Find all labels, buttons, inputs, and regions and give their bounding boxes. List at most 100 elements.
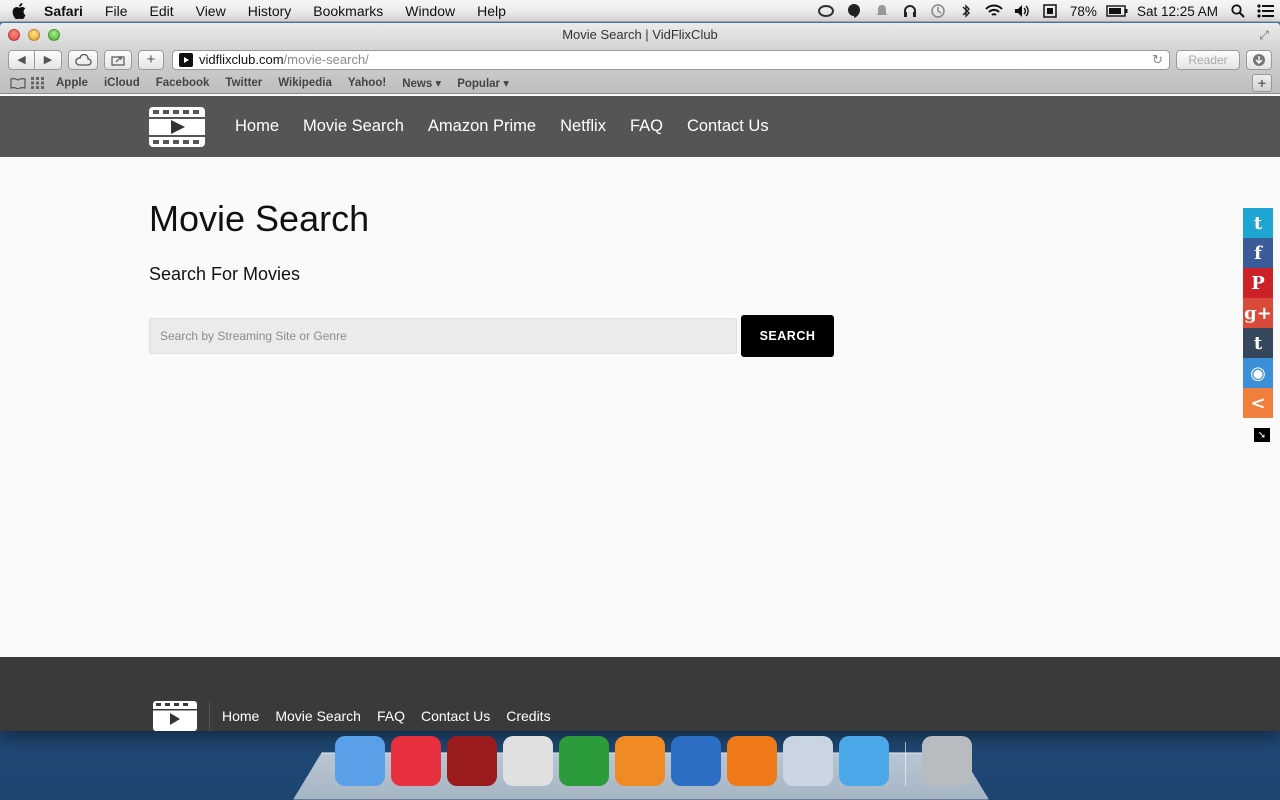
close-window-button[interactable] bbox=[8, 29, 20, 41]
apple-menu-icon[interactable] bbox=[0, 2, 38, 19]
battery-icon[interactable] bbox=[1103, 0, 1131, 22]
footer-logo-icon[interactable] bbox=[153, 701, 197, 731]
photo-booth-icon[interactable] bbox=[447, 736, 497, 786]
menubar-clock[interactable]: Sat 12:25 AM bbox=[1131, 4, 1224, 19]
headphones-icon[interactable] bbox=[896, 0, 924, 22]
menu-file[interactable]: File bbox=[94, 0, 139, 22]
back-button[interactable]: ◀ bbox=[8, 49, 35, 70]
zoom-window-button[interactable] bbox=[48, 29, 60, 41]
url-path: /movie-search/ bbox=[283, 52, 369, 67]
downloads-button[interactable] bbox=[1246, 49, 1272, 70]
reading-list-icon[interactable] bbox=[8, 77, 28, 89]
new-tab-button[interactable]: + bbox=[138, 49, 164, 70]
bookmark-folder-popular[interactable]: Popular ▾ bbox=[449, 76, 517, 90]
window-titlebar[interactable]: Movie Search | VidFlixClub ⤢ bbox=[0, 23, 1280, 47]
address-bar[interactable]: vidflixclub.com/movie-search/ ↻ bbox=[172, 49, 1170, 70]
settings-icon[interactable] bbox=[615, 736, 665, 786]
movie-search-input[interactable] bbox=[149, 318, 737, 354]
url-domain: vidflixclub.com bbox=[199, 52, 284, 67]
share-bar-collapse-icon[interactable]: ➘ bbox=[1254, 428, 1270, 442]
bookmark-facebook[interactable]: Facebook bbox=[148, 77, 218, 89]
nav-home[interactable]: Home bbox=[235, 117, 279, 136]
finder-icon[interactable] bbox=[335, 736, 385, 786]
keyboard-input-icon[interactable] bbox=[1036, 0, 1064, 22]
dock bbox=[335, 736, 972, 786]
facebook-icon[interactable]: f bbox=[1243, 238, 1273, 268]
chrome-icon[interactable] bbox=[503, 736, 553, 786]
tumblr-icon[interactable]: t bbox=[1243, 328, 1273, 358]
amazon-icon[interactable] bbox=[727, 736, 777, 786]
bookmark-twitter[interactable]: Twitter bbox=[217, 77, 270, 89]
menu-view[interactable]: View bbox=[185, 0, 237, 22]
bookmark-wikipedia[interactable]: Wikipedia bbox=[270, 77, 340, 89]
social-share-bar: t f Pg+ t ◉ < bbox=[1243, 208, 1273, 418]
wifi-icon[interactable] bbox=[980, 0, 1008, 22]
site-logo-icon[interactable] bbox=[149, 106, 205, 147]
creative-cloud-icon[interactable] bbox=[812, 0, 840, 22]
footer-home[interactable]: Home bbox=[222, 708, 259, 724]
status-area: 78% Sat 12:25 AM bbox=[812, 0, 1280, 22]
minimize-window-button[interactable] bbox=[28, 29, 40, 41]
back-arrow-icon: ◀ bbox=[17, 54, 26, 66]
nav-amazon-prime[interactable]: Amazon Prime bbox=[428, 117, 536, 136]
menu-help[interactable]: Help bbox=[466, 0, 517, 22]
bookmark-folder-news[interactable]: News ▾ bbox=[394, 76, 449, 90]
window-controls bbox=[8, 29, 60, 41]
cloud-icon bbox=[75, 53, 92, 66]
menu-edit[interactable]: Edit bbox=[138, 0, 184, 22]
battery-percent: 78% bbox=[1069, 3, 1097, 19]
reload-icon[interactable]: ↻ bbox=[1152, 52, 1163, 68]
add-bookmark-button[interactable]: + bbox=[1252, 73, 1272, 92]
trash-icon[interactable] bbox=[922, 736, 972, 786]
time-machine-icon[interactable] bbox=[924, 0, 952, 22]
hangouts-icon[interactable] bbox=[840, 0, 868, 22]
footer-contact-us[interactable]: Contact Us bbox=[421, 708, 490, 724]
word-icon[interactable] bbox=[671, 736, 721, 786]
twitter-icon[interactable]: t bbox=[1243, 208, 1273, 238]
twitter-app-icon[interactable] bbox=[839, 736, 889, 786]
menu-bookmarks[interactable]: Bookmarks bbox=[302, 0, 394, 22]
footer-divider bbox=[209, 701, 210, 731]
share-button[interactable] bbox=[104, 49, 132, 70]
plus-icon: + bbox=[146, 51, 156, 68]
browser-window: Movie Search | VidFlixClub ⤢ ◀ ▶ + vidfl… bbox=[0, 23, 1280, 731]
share-icon[interactable]: < bbox=[1243, 388, 1273, 418]
app-menu-safari[interactable]: Safari bbox=[38, 0, 94, 22]
bookmarks-bar: Apple iCloud Facebook Twitter Wikipedia … bbox=[0, 72, 1280, 94]
nav-netflix[interactable]: Netflix bbox=[560, 117, 606, 136]
icloud-tabs-button[interactable] bbox=[68, 49, 98, 70]
nav-faq[interactable]: FAQ bbox=[630, 117, 663, 136]
nav-contact-us[interactable]: Contact Us bbox=[687, 117, 769, 136]
nav-movie-search[interactable]: Movie Search bbox=[303, 117, 404, 136]
excel-icon[interactable] bbox=[559, 736, 609, 786]
fullscreen-icon[interactable]: ⤢ bbox=[1256, 27, 1272, 43]
top-sites-icon[interactable] bbox=[28, 76, 48, 89]
bookmark-icloud[interactable]: iCloud bbox=[96, 77, 148, 89]
notification-bell-icon[interactable] bbox=[868, 0, 896, 22]
dock-separator bbox=[905, 742, 906, 786]
bluetooth-icon[interactable] bbox=[952, 0, 980, 22]
pinterest-icon[interactable]: P bbox=[1243, 268, 1273, 298]
reader-button[interactable]: Reader bbox=[1176, 49, 1240, 70]
bookmark-apple[interactable]: Apple bbox=[48, 77, 96, 89]
menu-history[interactable]: History bbox=[237, 0, 303, 22]
google-plus-icon[interactable]: g+ bbox=[1243, 298, 1273, 328]
search-form: SEARCH bbox=[149, 315, 1280, 357]
bookmark-yahoo[interactable]: Yahoo! bbox=[340, 77, 394, 89]
reddit-icon[interactable]: ◉ bbox=[1243, 358, 1273, 388]
web-page: Home Movie Search Amazon Prime Netflix F… bbox=[0, 96, 1280, 731]
footer-movie-search[interactable]: Movie Search bbox=[275, 708, 361, 724]
spotlight-search-icon[interactable] bbox=[1224, 0, 1252, 22]
notification-center-icon[interactable] bbox=[1252, 0, 1280, 22]
footer-credits[interactable]: Credits bbox=[506, 708, 550, 724]
menu-window[interactable]: Window bbox=[394, 0, 466, 22]
itunes-icon[interactable] bbox=[391, 736, 441, 786]
search-button[interactable]: SEARCH bbox=[741, 315, 834, 357]
footer-faq[interactable]: FAQ bbox=[377, 708, 405, 724]
safari-icon[interactable] bbox=[783, 736, 833, 786]
volume-icon[interactable] bbox=[1008, 0, 1036, 22]
history-nav: ◀ ▶ bbox=[8, 49, 62, 70]
footer-nav: Home Movie Search FAQ Contact Us Credits bbox=[153, 701, 567, 731]
forward-button[interactable]: ▶ bbox=[35, 49, 62, 70]
browser-toolbar: ◀ ▶ + vidflixclub.com/movie-search/ ↻ Re… bbox=[0, 47, 1280, 72]
